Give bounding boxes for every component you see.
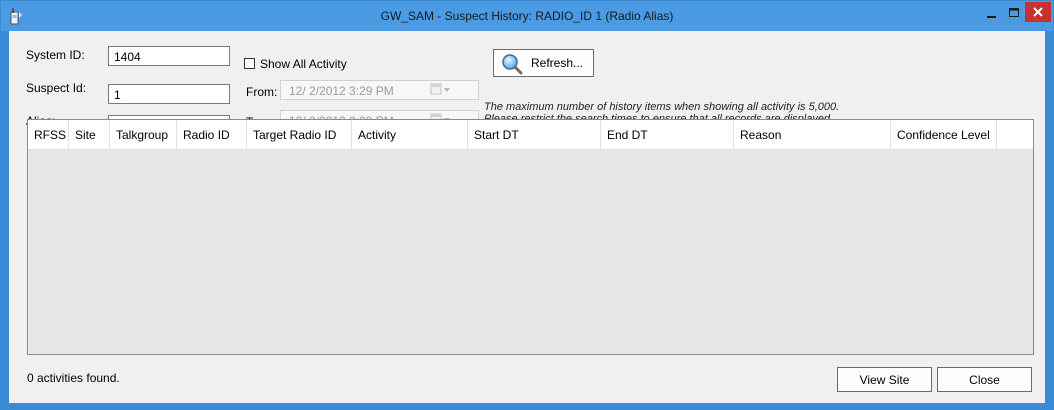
suspect-id-field[interactable]: 1: [108, 84, 230, 104]
activity-count-status: 0 activities found.: [27, 371, 120, 385]
show-all-activity-checkbox[interactable]: [244, 58, 255, 69]
system-id-label: System ID:: [26, 48, 85, 62]
window-title: GW_SAM - Suspect History: RADIO_ID 1 (Ra…: [380, 9, 674, 23]
view-site-button[interactable]: View Site: [837, 367, 932, 392]
suspect-id-label: Suspect Id:: [26, 81, 87, 95]
column-header-rfss[interactable]: RFSS: [28, 120, 69, 149]
column-header-talkgroup[interactable]: Talkgroup: [110, 120, 177, 149]
calendar-dropdown-icon[interactable]: [430, 83, 452, 97]
column-header-activity[interactable]: Activity: [352, 120, 468, 149]
column-header-confidence-level[interactable]: Confidence Level: [891, 120, 997, 149]
activity-history-table[interactable]: RFSS Site Talkgroup Radio ID Target Radi…: [27, 119, 1034, 355]
from-date-picker[interactable]: 12/ 2/2012 3:29 PM: [280, 80, 479, 100]
column-header-site[interactable]: Site: [69, 120, 110, 149]
table-header-row: RFSS Site Talkgroup Radio ID Target Radi…: [28, 120, 1033, 150]
refresh-label: Refresh...: [531, 56, 584, 70]
close-window-button[interactable]: [1025, 2, 1051, 22]
minimize-button[interactable]: [980, 4, 1002, 24]
from-date-value: 12/ 2/2012 3:29 PM: [289, 84, 394, 98]
system-id-field[interactable]: 1404: [108, 46, 230, 66]
column-header-start-dt[interactable]: Start DT: [468, 120, 601, 149]
column-header-radio-id[interactable]: Radio ID: [177, 120, 247, 149]
refresh-button[interactable]: Refresh...: [493, 49, 594, 77]
column-header-end-dt[interactable]: End DT: [601, 120, 734, 149]
close-button[interactable]: Close: [937, 367, 1032, 392]
suspect-history-window: GW_SAM - Suspect History: RADIO_ID 1 (Ra…: [0, 0, 1054, 410]
magnifier-icon: [501, 53, 523, 75]
show-all-activity-label[interactable]: Show All Activity: [260, 57, 347, 71]
maximize-button[interactable]: [1003, 4, 1025, 24]
history-limit-note-line1: The maximum number of history items when…: [484, 101, 840, 113]
column-header-target-radio-id[interactable]: Target Radio ID: [247, 120, 352, 149]
title-bar[interactable]: GW_SAM - Suspect History: RADIO_ID 1 (Ra…: [1, 1, 1053, 31]
column-header-reason[interactable]: Reason: [734, 120, 891, 149]
from-label: From:: [246, 85, 278, 99]
